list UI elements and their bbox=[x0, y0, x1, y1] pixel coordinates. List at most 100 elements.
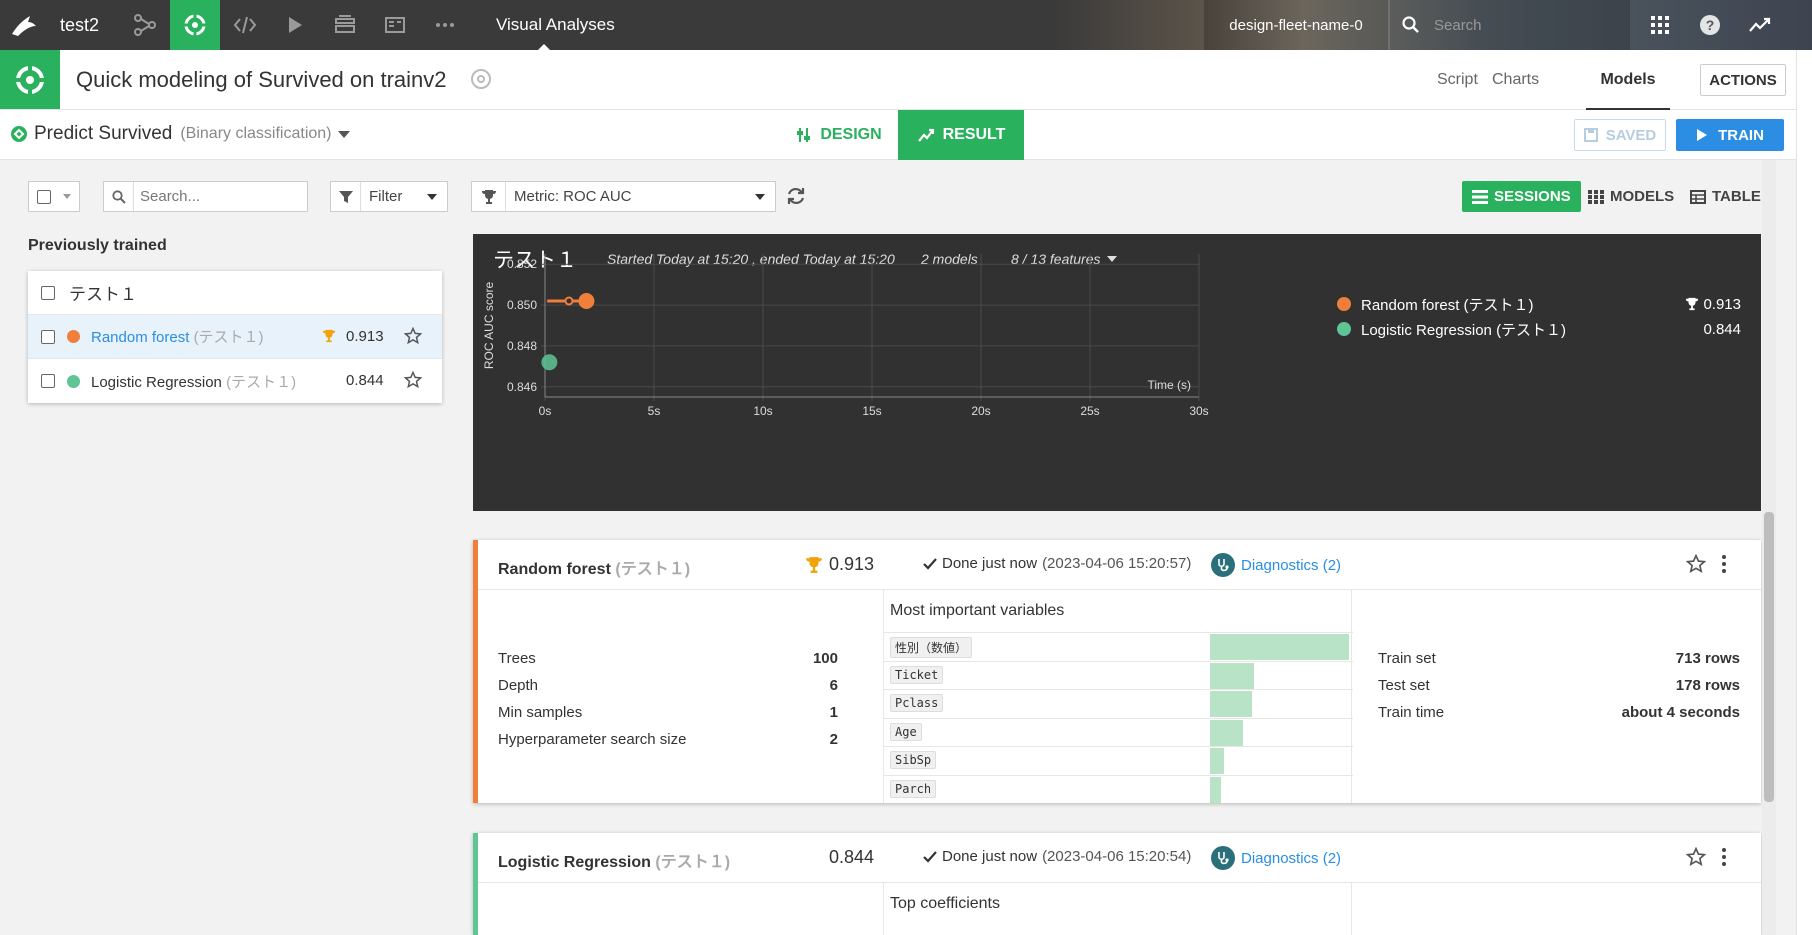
dashboard-icon[interactable] bbox=[370, 0, 420, 50]
card-header: Random forest (テスト１) 0.913 Done just now… bbox=[478, 540, 1761, 590]
importance-bar bbox=[1210, 662, 1254, 689]
list-item[interactable]: Random forest (テスト１) 0.913 bbox=[28, 315, 442, 359]
stat-label: Test set bbox=[1378, 677, 1430, 694]
card-model-name[interactable]: Random forest bbox=[498, 561, 611, 578]
variable-name: SibSp bbox=[890, 751, 937, 769]
design-tab[interactable]: DESIGN bbox=[780, 110, 898, 160]
card-timestamp: (2023-04-06 15:20:57) bbox=[1042, 555, 1192, 572]
star-icon[interactable] bbox=[403, 370, 423, 392]
session-panel: テスト１ Started Today at 15:20 , ended Toda… bbox=[473, 234, 1761, 511]
legend-color-dot bbox=[1337, 322, 1351, 336]
analysis-header: Quick modeling of Survived on trainv2 Sc… bbox=[0, 50, 1812, 110]
importance-bar bbox=[1210, 776, 1221, 803]
dataiku-bird-logo[interactable] bbox=[8, 10, 40, 40]
importance-bar bbox=[1210, 719, 1243, 746]
list-item[interactable]: Logistic Regression (テスト１) 0.844 bbox=[28, 359, 442, 403]
train-button[interactable]: TRAIN bbox=[1676, 119, 1784, 151]
fleet-name[interactable]: design-fleet-name-0 bbox=[1204, 0, 1388, 50]
metric-dropdown[interactable]: Metric: ROC AUC bbox=[471, 181, 776, 212]
table-label: TABLE bbox=[1712, 188, 1761, 205]
variable-row: Pclass bbox=[884, 689, 1353, 717]
trophy-icon bbox=[322, 329, 336, 346]
trophy-icon bbox=[806, 556, 822, 573]
model-checkbox[interactable] bbox=[41, 374, 55, 388]
scrollbar-thumb[interactable] bbox=[1764, 512, 1774, 802]
param-row: Hyperparameter search size 2 bbox=[498, 731, 838, 758]
session-group-row[interactable]: テスト１ bbox=[28, 271, 442, 315]
top-navigation-bar: test2 Visual Analyses design-fleet-name-… bbox=[0, 0, 1812, 50]
saved-button[interactable]: SAVED bbox=[1574, 119, 1666, 151]
more-icon[interactable] bbox=[420, 0, 470, 50]
refresh-icon[interactable] bbox=[786, 186, 806, 209]
play-icon[interactable] bbox=[270, 0, 320, 50]
actions-button[interactable]: ACTIONS bbox=[1700, 64, 1786, 96]
tab-charts[interactable]: Charts bbox=[1492, 50, 1539, 110]
compass-icon[interactable] bbox=[470, 68, 492, 93]
table-view-button[interactable]: TABLE bbox=[1690, 181, 1761, 212]
tab-script[interactable]: Script bbox=[1437, 50, 1478, 110]
star-icon[interactable] bbox=[1685, 553, 1707, 577]
session-group-name: テスト１ bbox=[69, 285, 137, 304]
filter-dropdown[interactable]: Filter bbox=[330, 181, 448, 212]
stat-row: Train set 713 rows bbox=[1378, 650, 1740, 677]
table-icon bbox=[1690, 189, 1706, 204]
visual-analyses-menu[interactable]: Visual Analyses bbox=[496, 15, 615, 35]
model-search[interactable]: Search... bbox=[103, 181, 308, 212]
code-icon[interactable] bbox=[220, 0, 270, 50]
param-label: Trees bbox=[498, 650, 536, 667]
y-tick-label: 0.852 bbox=[507, 257, 537, 271]
card-model-session: (テスト１) bbox=[655, 854, 731, 871]
stat-value: about 4 seconds bbox=[1621, 704, 1740, 721]
lab-icon[interactable] bbox=[170, 0, 220, 50]
param-value: 6 bbox=[829, 677, 838, 694]
project-name[interactable]: test2 bbox=[60, 15, 99, 36]
x-axis-label: Time (s) bbox=[1147, 378, 1191, 392]
help-icon[interactable]: ? bbox=[1698, 13, 1722, 37]
card-model-name[interactable]: Logistic Regression bbox=[498, 854, 651, 871]
model-card: Logistic Regression (テスト１) 0.844 Done ju… bbox=[473, 833, 1761, 935]
flow-icon[interactable] bbox=[120, 0, 170, 50]
result-icon bbox=[917, 128, 934, 142]
model-name[interactable]: Random forest bbox=[91, 329, 189, 346]
diagnostics-link[interactable]: Diagnostics (2) bbox=[1211, 553, 1341, 577]
x-tick-label: 20s bbox=[971, 404, 990, 418]
legend-color-dot bbox=[1337, 297, 1351, 311]
select-all-checkbox[interactable] bbox=[37, 189, 51, 204]
star-icon[interactable] bbox=[403, 326, 423, 348]
legend-item[interactable]: Random forest (テスト１) 0.913 bbox=[1337, 293, 1747, 315]
model-checkbox[interactable] bbox=[41, 329, 55, 344]
sessions-label: SESSIONS bbox=[1494, 188, 1571, 205]
card-done-label: Done just now bbox=[942, 848, 1038, 865]
sessions-view-button[interactable]: SESSIONS bbox=[1462, 181, 1581, 212]
kebab-menu-icon[interactable] bbox=[1721, 554, 1727, 579]
model-name[interactable]: Logistic Regression bbox=[91, 374, 222, 391]
param-label: Min samples bbox=[498, 704, 583, 721]
activity-icon[interactable] bbox=[1748, 13, 1772, 37]
session-checkbox[interactable] bbox=[41, 285, 55, 300]
kebab-menu-icon[interactable] bbox=[1721, 847, 1727, 872]
y-tick-label: 0.848 bbox=[507, 339, 537, 353]
diagnostics-link[interactable]: Diagnostics (2) bbox=[1211, 846, 1341, 870]
stat-value: 178 rows bbox=[1675, 677, 1740, 694]
card-score: 0.844 bbox=[829, 847, 874, 868]
lab-app-icon bbox=[0, 50, 60, 109]
importance-bar bbox=[1210, 691, 1252, 717]
legend-item[interactable]: Logistic Regression (テスト１) 0.844 bbox=[1337, 318, 1747, 340]
result-tab[interactable]: RESULT bbox=[898, 110, 1024, 160]
stethoscope-icon bbox=[1211, 846, 1235, 870]
star-icon[interactable] bbox=[1685, 846, 1707, 870]
filter-icon bbox=[331, 182, 361, 211]
y-tick-label: 0.846 bbox=[507, 380, 537, 394]
task-bar: Predict Survived (Binary classification)… bbox=[0, 110, 1812, 160]
card-model-session: (テスト１) bbox=[615, 561, 691, 578]
models-view-button[interactable]: MODELS bbox=[1588, 181, 1674, 212]
variable-row: Ticket bbox=[884, 660, 1353, 689]
stack-icon[interactable] bbox=[320, 0, 370, 50]
global-search[interactable]: Search bbox=[1390, 0, 1630, 50]
select-all-dropdown[interactable] bbox=[28, 181, 80, 212]
tab-models[interactable]: Models bbox=[1586, 50, 1670, 110]
variable-name: Age bbox=[890, 722, 922, 741]
apps-grid-icon[interactable] bbox=[1648, 13, 1672, 37]
check-icon bbox=[923, 850, 937, 863]
task-selector[interactable]: Predict Survived (Binary classification) bbox=[10, 123, 350, 145]
